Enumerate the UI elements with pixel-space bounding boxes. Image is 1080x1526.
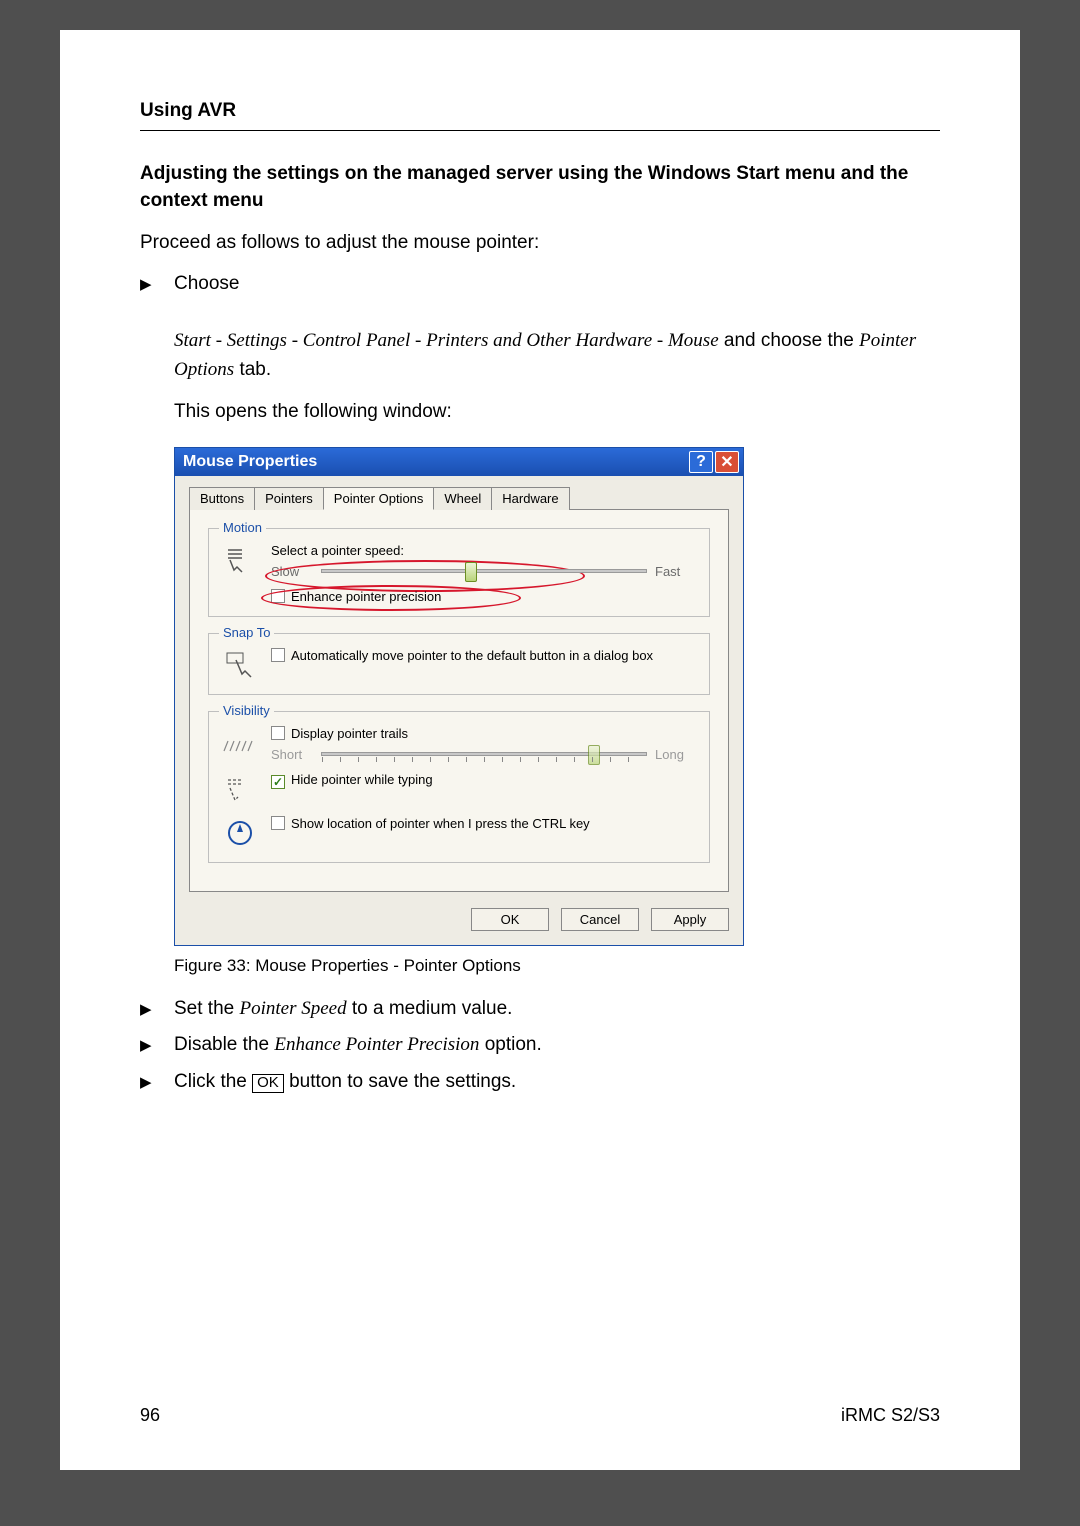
text-emphasis: Enhance Pointer Precision: [274, 1034, 479, 1055]
step-list-bottom: ▶ Set the Pointer Speed to a medium valu…: [140, 996, 940, 1096]
dialog-button-row: OK Cancel Apply: [189, 908, 729, 931]
dialog-titlebar: Mouse Properties ? ✕: [175, 448, 743, 476]
subheading: Adjusting the settings on the managed se…: [140, 161, 940, 214]
text-fragment: Set the: [174, 998, 240, 1019]
ctrl-locate-checkbox[interactable]: [271, 816, 285, 830]
document-page: Using AVR Adjusting the settings on the …: [60, 30, 1020, 1470]
snap-checkbox[interactable]: [271, 648, 285, 662]
select-speed-label: Select a pointer speed:: [271, 543, 697, 558]
tab-pointers[interactable]: Pointers: [254, 487, 324, 510]
enhance-precision-label: Enhance pointer precision: [291, 589, 441, 604]
text-fragment: to a medium value.: [347, 998, 513, 1019]
dialog-screenshot: Mouse Properties ? ✕ Buttons Pointers Po…: [174, 447, 744, 946]
group-motion: Motion Select a pointer speed: Slow: [208, 528, 710, 617]
step-text: Set the Pointer Speed to a medium value.: [174, 996, 940, 1023]
nav-path: Start - Settings - Control Panel - Print…: [174, 330, 719, 351]
page-footer: 96 iRMC S2/S3: [140, 1405, 940, 1426]
text-emphasis: Pointer Speed: [240, 998, 347, 1019]
bullet-arrow-icon: ▶: [140, 996, 174, 1020]
group-visibility: Visibility Display pointer trails Short: [208, 711, 710, 863]
header-rule: [140, 130, 940, 131]
intro-text: Proceed as follows to adjust the mouse p…: [140, 230, 940, 257]
enhance-precision-checkbox[interactable]: [271, 589, 285, 603]
tab-hardware[interactable]: Hardware: [491, 487, 569, 510]
short-label: Short: [271, 747, 313, 762]
trails-checkbox[interactable]: [271, 726, 285, 740]
tab-pointer-options[interactable]: Pointer Options: [323, 487, 435, 510]
trails-label: Display pointer trails: [291, 726, 408, 741]
opens-text: This opens the following window:: [174, 398, 940, 427]
hide-typing-label: Hide pointer while typing: [291, 772, 433, 787]
dialog-title: Mouse Properties: [183, 453, 687, 471]
snap-icon: [221, 648, 259, 682]
snap-label: Automatically move pointer to the defaul…: [291, 648, 653, 663]
dialog-tabs: Buttons Pointers Pointer Options Wheel H…: [189, 486, 729, 510]
group-visibility-legend: Visibility: [219, 703, 274, 718]
bullet-arrow-icon: ▶: [140, 1032, 174, 1056]
group-snap: Snap To Automatically move pointer to th…: [208, 633, 710, 695]
pointer-speed-icon: [221, 543, 259, 577]
step-text: Choose: [174, 271, 940, 298]
trails-slider-thumb[interactable]: [588, 745, 600, 765]
doc-ref: iRMC S2/S3: [841, 1405, 940, 1426]
page-number: 96: [140, 1405, 160, 1426]
figure-caption: Figure 33: Mouse Properties - Pointer Op…: [174, 956, 940, 976]
nav-suffix: and choose the: [719, 330, 860, 351]
speed-slider-thumb[interactable]: [465, 562, 477, 582]
tab-buttons[interactable]: Buttons: [189, 487, 255, 510]
hide-typing-checkbox[interactable]: ✓: [271, 775, 285, 789]
step-list-top: ▶ Choose: [140, 271, 940, 298]
text-fragment: button to save the settings.: [284, 1071, 516, 1092]
tab-wheel[interactable]: Wheel: [433, 487, 492, 510]
section-header: Using AVR: [140, 100, 940, 122]
text-fragment: Disable the: [174, 1034, 274, 1055]
slow-label: Slow: [271, 564, 313, 579]
dialog-body: Buttons Pointers Pointer Options Wheel H…: [175, 476, 743, 945]
group-motion-legend: Motion: [219, 520, 266, 535]
close-button[interactable]: ✕: [715, 451, 739, 473]
bullet-arrow-icon: ▶: [140, 271, 174, 295]
apply-button[interactable]: Apply: [651, 908, 729, 931]
trails-icon: [221, 726, 259, 760]
help-button[interactable]: ?: [689, 451, 713, 473]
highlight-ellipse-speed: [265, 560, 585, 592]
ok-button[interactable]: OK: [471, 908, 549, 931]
ctrl-locate-icon: [221, 816, 259, 850]
hide-typing-icon: [221, 772, 259, 806]
group-snap-legend: Snap To: [219, 625, 274, 640]
ctrl-locate-label: Show location of pointer when I press th…: [291, 816, 590, 831]
speed-slider[interactable]: [321, 569, 647, 573]
tab-content: Motion Select a pointer speed: Slow: [189, 510, 729, 892]
text-fragment: Click the: [174, 1071, 252, 1092]
long-label: Long: [655, 747, 697, 762]
bullet-arrow-icon: ▶: [140, 1069, 174, 1093]
nav-path-block: Start - Settings - Control Panel - Print…: [174, 327, 940, 384]
text-fragment: option.: [479, 1034, 541, 1055]
tab-word: tab.: [234, 359, 271, 380]
step-text: Click the OK button to save the settings…: [174, 1069, 940, 1096]
ok-inline-box: OK: [252, 1074, 284, 1093]
step-text: Disable the Enhance Pointer Precision op…: [174, 1032, 940, 1059]
fast-label: Fast: [655, 564, 697, 579]
mouse-properties-dialog: Mouse Properties ? ✕ Buttons Pointers Po…: [174, 447, 744, 946]
trails-slider[interactable]: [321, 752, 647, 756]
cancel-button[interactable]: Cancel: [561, 908, 639, 931]
